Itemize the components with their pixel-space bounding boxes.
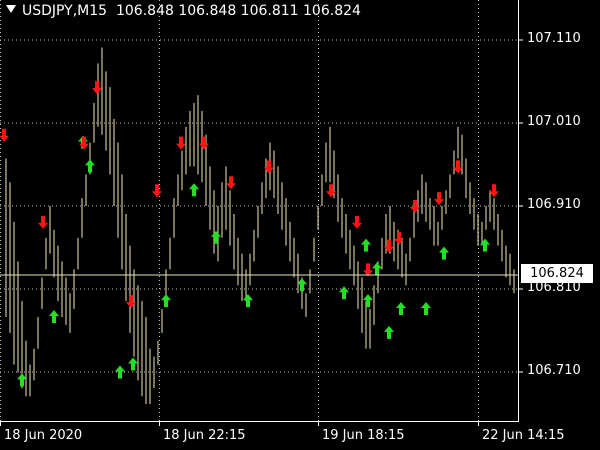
price-label: 106.910 (527, 197, 581, 212)
buy-signal-arrow-icon (128, 357, 138, 371)
price-label: 107.010 (527, 114, 581, 129)
current-price-badge: 106.824 (521, 264, 593, 283)
sell-signal-arrow-icon (352, 215, 362, 229)
buy-signal-arrow-icon (189, 183, 199, 197)
buy-signal-arrow-icon (384, 325, 394, 339)
buy-signal-arrow-icon (243, 294, 253, 308)
signal-arrows (0, 81, 499, 387)
price-label: 106.710 (527, 363, 581, 378)
buy-signal-arrow-icon (49, 309, 59, 323)
buy-signal-arrow-icon (363, 294, 373, 308)
buy-signal-arrow-icon (439, 246, 449, 260)
time-label: 22 Jun 14:15 (482, 428, 565, 443)
time-label: 18 Jun 2020 (4, 428, 83, 443)
buy-signal-arrow-icon (339, 286, 349, 300)
sell-signal-arrow-icon (38, 215, 48, 229)
dropdown-arrow-icon[interactable] (6, 5, 16, 13)
buy-signal-arrow-icon (85, 159, 95, 173)
grid (0, 0, 518, 421)
ohlc-values: 106.848 106.848 106.811 106.824 (115, 3, 361, 19)
buy-signal-arrow-icon (396, 302, 406, 316)
buy-signal-arrow-icon (421, 302, 431, 316)
sell-signal-arrow-icon (434, 192, 444, 206)
price-label: 107.110 (527, 31, 581, 46)
sell-signal-arrow-icon (79, 136, 89, 150)
buy-signal-arrow-icon (211, 230, 221, 244)
sell-signal-arrow-icon (363, 263, 373, 277)
sell-signal-arrow-icon (199, 136, 209, 150)
chart-window[interactable]: USDJPY,M15 106.848 106.848 106.811 106.8… (0, 0, 600, 450)
chart-canvas (0, 0, 523, 426)
time-label: 19 Jun 18:15 (322, 428, 405, 443)
buy-signal-arrow-icon (361, 238, 371, 252)
price-bars (5, 47, 515, 405)
sell-signal-arrow-icon (0, 128, 9, 142)
time-label: 18 Jun 22:15 (163, 428, 246, 443)
symbol-timeframe: USDJPY,M15 (22, 3, 108, 19)
buy-signal-arrow-icon (372, 262, 382, 276)
chart-title: USDJPY,M15 106.848 106.848 106.811 106.8… (6, 3, 361, 19)
sell-signal-arrow-icon (176, 136, 186, 150)
sell-signal-arrow-icon (92, 81, 102, 95)
sell-signal-arrow-icon (152, 184, 162, 198)
buy-signal-arrow-icon (161, 294, 171, 308)
sell-signal-arrow-icon (226, 176, 236, 190)
